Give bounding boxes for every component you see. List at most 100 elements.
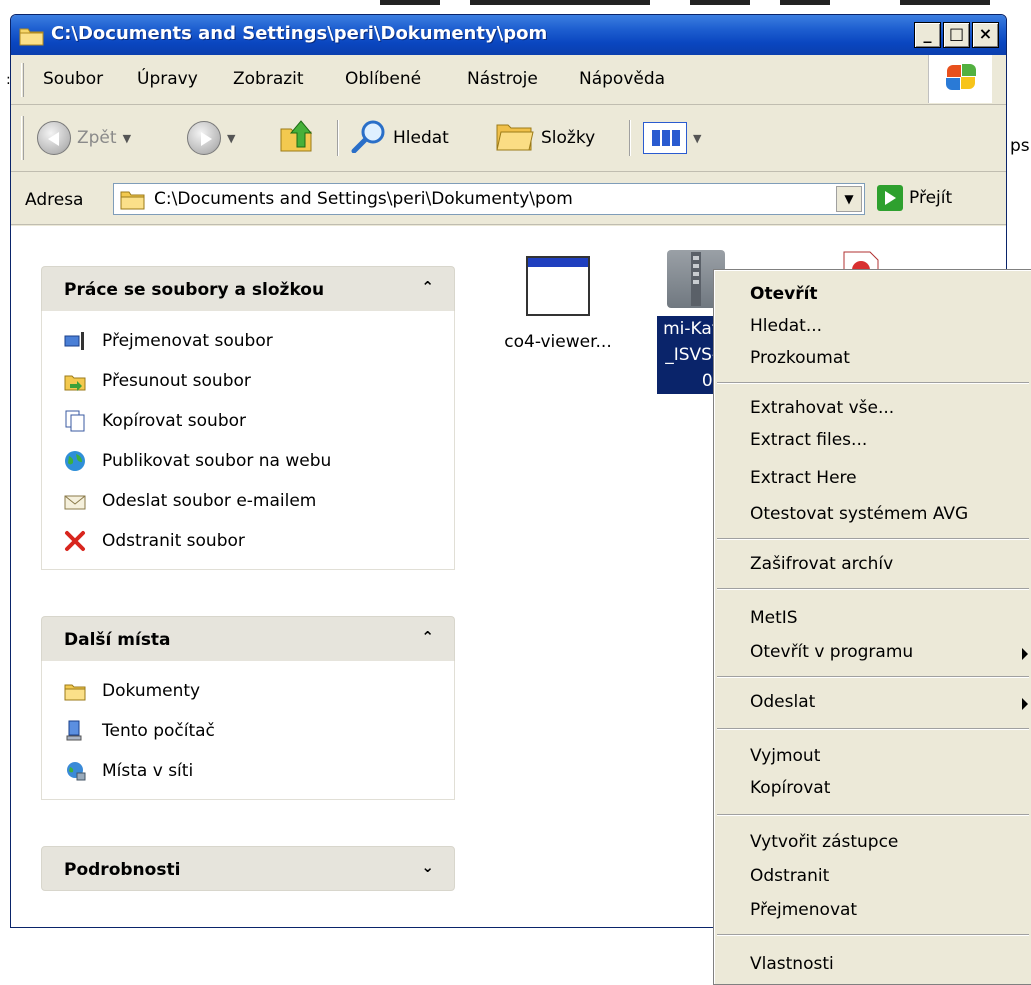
- menu-soubor[interactable]: Soubor: [43, 69, 103, 89]
- menu-upravy[interactable]: Úpravy: [137, 69, 198, 89]
- other-places-panel: Další místa ⌃ Dokumenty Tento počítač Mí…: [41, 616, 455, 800]
- title-bar[interactable]: C:\Documents and Settings\peri\Dokumenty…: [11, 15, 1006, 55]
- details-header[interactable]: Podrobnosti ⌄: [41, 846, 455, 891]
- task-label: Publikovat soubor na webu: [102, 451, 332, 471]
- forward-arrow-icon: [187, 121, 221, 155]
- place-my-computer[interactable]: Tento počítač: [42, 711, 454, 751]
- other-places-header[interactable]: Další místa ⌃: [41, 616, 455, 661]
- submenu-arrow-icon: [1022, 648, 1028, 660]
- ctx-rename[interactable]: Přejmenovat: [750, 900, 857, 920]
- ctx-open[interactable]: Otevřít: [750, 284, 818, 304]
- ctx-search[interactable]: Hledat...: [750, 316, 822, 336]
- back-arrow-icon: [37, 121, 71, 155]
- ctx-cut[interactable]: Vyjmout: [750, 746, 820, 766]
- menu-separator: [717, 538, 1029, 540]
- copy-icon: [64, 410, 86, 432]
- toolbar-grip[interactable]: [21, 63, 24, 97]
- task-publish[interactable]: Publikovat soubor na webu: [42, 441, 454, 481]
- window-title: C:\Documents and Settings\peri\Dokumenty…: [51, 23, 548, 44]
- search-button[interactable]: Hledat: [351, 118, 449, 158]
- rename-icon: [64, 330, 86, 352]
- forward-button[interactable]: ▼: [187, 118, 235, 158]
- task-rename[interactable]: Přejmenovat soubor: [42, 321, 454, 361]
- address-bar: Adresa C:\Documents and Settings\peri\Do…: [11, 173, 1006, 225]
- task-email[interactable]: Odeslat soubor e-mailem: [42, 481, 454, 521]
- task-label: Odeslat soubor e-mailem: [102, 491, 317, 511]
- folders-icon: [495, 119, 535, 158]
- views-icon: [643, 122, 687, 154]
- file-tasks-header[interactable]: Práce se soubory a složkou ⌃: [41, 266, 455, 311]
- views-button[interactable]: ▼: [643, 118, 701, 158]
- standard-toolbar: Zpět ▼ ▼ Hledat Složky ▼: [11, 106, 1006, 172]
- place-label: Místa v síti: [102, 761, 194, 781]
- task-label: Přesunout soubor: [102, 371, 251, 391]
- menu-bar: Soubor Úpravy Zobrazit Oblíbené Nástroje…: [11, 55, 1006, 105]
- menu-separator: [717, 728, 1029, 730]
- menu-separator: [717, 676, 1029, 678]
- task-copy[interactable]: Kopírovat soubor: [42, 401, 454, 441]
- go-button[interactable]: Přejít: [877, 185, 952, 211]
- panel-title: Další místa: [64, 630, 171, 650]
- delete-icon: [64, 530, 86, 552]
- mail-icon: [64, 490, 86, 512]
- back-button[interactable]: Zpět ▼: [37, 118, 131, 158]
- ctx-create-shortcut[interactable]: Vytvořit zástupce: [750, 832, 898, 852]
- chevron-down-icon: ▼: [122, 131, 132, 145]
- ctx-properties[interactable]: Vlastnosti: [750, 954, 834, 974]
- ctx-extract-all[interactable]: Extrahovat vše...: [750, 398, 894, 418]
- address-value: C:\Documents and Settings\peri\Dokumenty…: [154, 189, 573, 209]
- task-move[interactable]: Přesunout soubor: [42, 361, 454, 401]
- ctx-delete[interactable]: Odstranit: [750, 866, 829, 886]
- computer-icon: [64, 720, 86, 742]
- network-icon: [64, 760, 86, 782]
- expand-chevron-icon[interactable]: ⌄: [421, 858, 434, 876]
- panel-title: Podrobnosti: [64, 860, 181, 880]
- file-item[interactable]: co4-viewer...: [493, 256, 623, 352]
- ctx-send-to[interactable]: Odeslat: [750, 692, 815, 712]
- search-icon: [351, 119, 387, 158]
- go-label: Přejít: [909, 188, 953, 208]
- search-label: Hledat: [393, 128, 449, 148]
- ctx-copy[interactable]: Kopírovat: [750, 778, 830, 798]
- menu-nastroje[interactable]: Nástroje: [467, 69, 538, 89]
- menu-napoveda[interactable]: Nápověda: [579, 69, 665, 89]
- task-label: Kopírovat soubor: [102, 411, 246, 431]
- menu-separator: [717, 588, 1029, 590]
- windows-logo-icon: [928, 55, 992, 103]
- application-icon: [526, 256, 590, 316]
- maximize-button[interactable]: □: [943, 22, 970, 48]
- menu-separator: [717, 382, 1029, 384]
- toolbar-separator: [337, 120, 339, 156]
- place-documents[interactable]: Dokumenty: [42, 671, 454, 711]
- folders-label: Složky: [541, 128, 596, 148]
- minimize-button[interactable]: _: [914, 22, 941, 48]
- file-tasks-panel: Práce se soubory a složkou ⌃ Přejmenovat…: [41, 266, 455, 570]
- ctx-extract-files[interactable]: Extract files...: [750, 430, 867, 450]
- task-label: Přejmenovat soubor: [102, 331, 273, 351]
- folders-button[interactable]: Složky: [495, 118, 595, 158]
- place-label: Dokumenty: [102, 681, 201, 701]
- address-dropdown-button[interactable]: ▼: [836, 186, 862, 212]
- context-menu: Otevřít Hledat... Prozkoumat Extrahovat …: [713, 269, 1031, 985]
- address-input[interactable]: C:\Documents and Settings\peri\Dokumenty…: [113, 183, 865, 215]
- ctx-explore[interactable]: Prozkoumat: [750, 348, 850, 368]
- chevron-down-icon: ▼: [693, 131, 702, 145]
- task-delete[interactable]: Odstranit soubor: [42, 521, 454, 561]
- ctx-extract-here[interactable]: Extract Here: [750, 468, 857, 488]
- ctx-metis[interactable]: MetIS: [750, 608, 798, 628]
- collapse-chevron-icon[interactable]: ⌃: [421, 628, 434, 646]
- menu-separator: [717, 814, 1029, 816]
- collapse-chevron-icon[interactable]: ⌃: [421, 278, 434, 296]
- close-button[interactable]: ×: [972, 22, 999, 48]
- menu-oblibene[interactable]: Oblíbené: [345, 69, 421, 89]
- back-label: Zpět: [77, 128, 117, 148]
- menu-zobrazit[interactable]: Zobrazit: [233, 69, 304, 89]
- ctx-open-with[interactable]: Otevřít v programu: [750, 642, 913, 662]
- up-folder-icon: [279, 119, 315, 158]
- up-folder-button[interactable]: [279, 118, 315, 158]
- ctx-encrypt-archive[interactable]: Zašifrovat archív: [750, 554, 893, 574]
- place-network[interactable]: Místa v síti: [42, 751, 454, 791]
- toolbar-grip[interactable]: [21, 116, 24, 160]
- background-text: ps: [1010, 136, 1030, 156]
- ctx-avg-scan[interactable]: Otestovat systémem AVG: [750, 504, 968, 524]
